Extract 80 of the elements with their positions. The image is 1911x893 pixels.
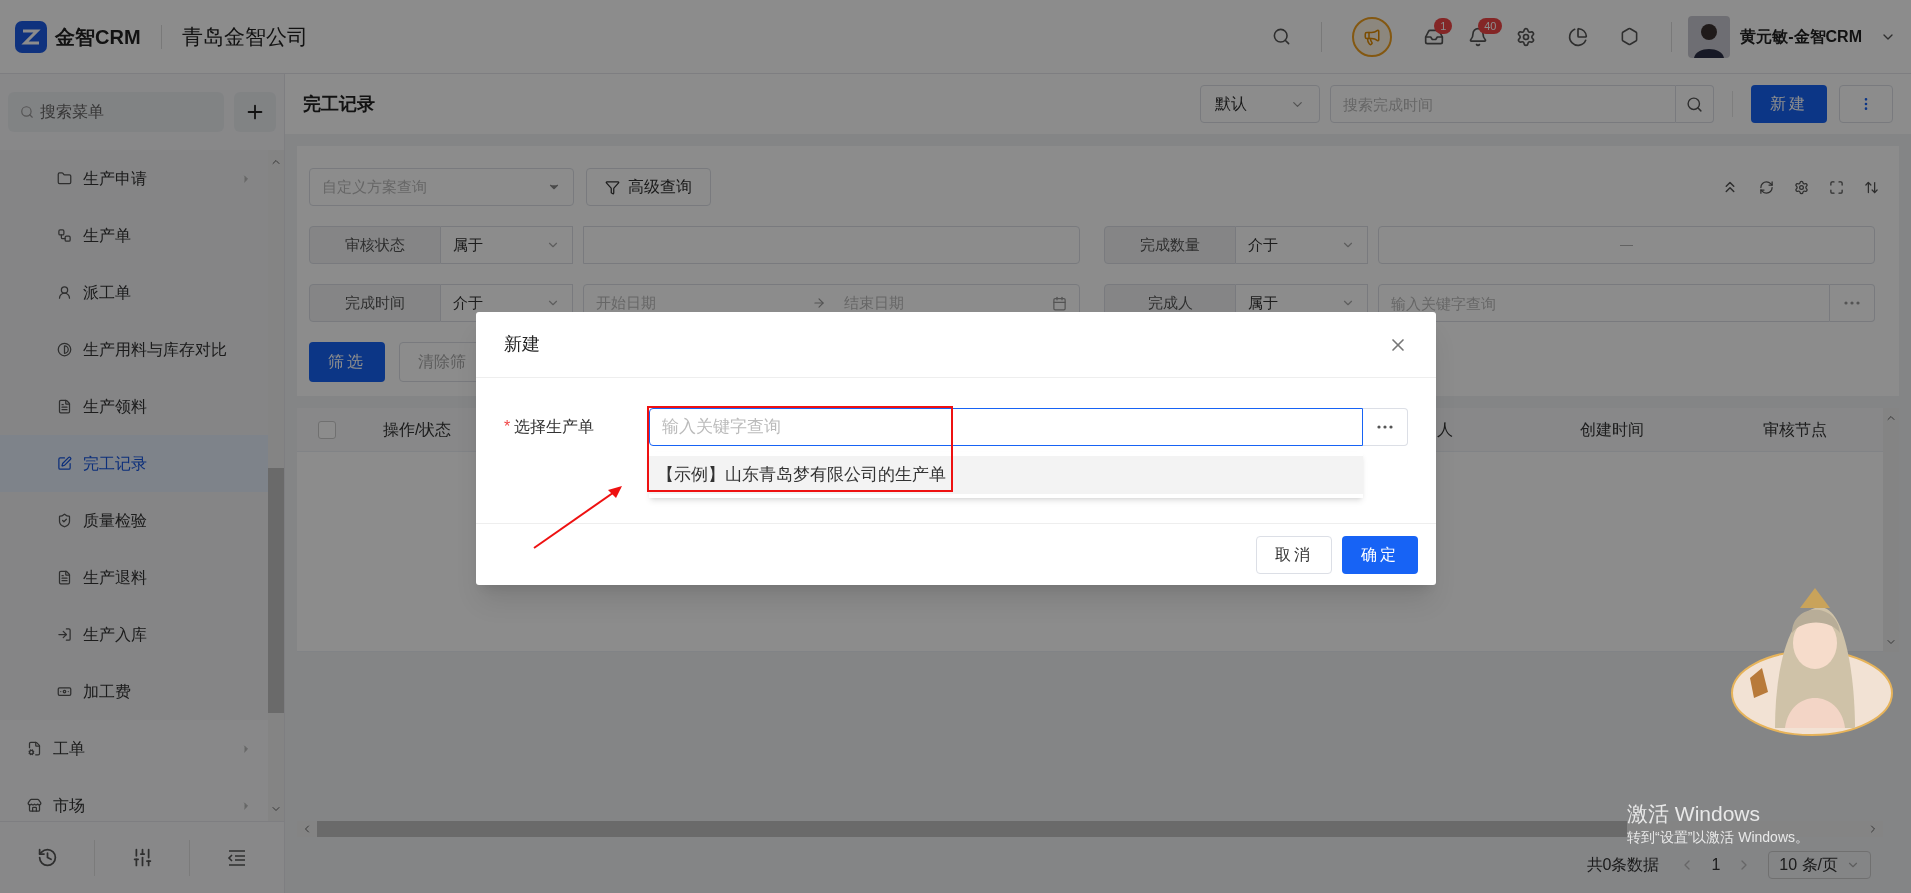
sidebar-item[interactable]: 生产退料 [0,549,268,606]
required-mark: * [504,417,511,437]
row-height-icon[interactable] [1864,179,1879,195]
page-title: 完工记录 [303,92,375,116]
sidebar-item[interactable]: 完工记录 [0,435,268,492]
collapse-menu-icon[interactable] [227,848,247,867]
megaphone-icon [1363,27,1382,46]
history-icon[interactable] [36,847,58,868]
folder-icon [57,171,72,186]
edit-icon [57,456,72,471]
sidebar-item[interactable]: 生产单 [0,207,268,264]
settings-icon[interactable] [1794,179,1809,195]
confirm-button[interactable]: 确定 [1342,535,1418,574]
activation-hint: 转到“设置”以激活 Windows。 [1627,828,1809,847]
sidebar-item[interactable]: 工单 [0,720,268,777]
filter-label: 完成数量 [1104,226,1236,264]
fullscreen-icon[interactable] [1829,179,1844,195]
announcement-button[interactable] [1352,16,1393,57]
sidebar-item[interactable]: 生产入库 [0,606,268,663]
select-all-checkbox[interactable] [318,420,336,439]
filter-button[interactable]: 筛选 [309,342,385,382]
sidebar-item[interactable]: 生产领料 [0,378,268,435]
sliders-icon[interactable] [131,847,153,868]
shield-icon [57,513,72,528]
count-badge: 40 [1478,17,1503,34]
scrollbar[interactable] [268,150,284,821]
add-button[interactable] [234,92,276,132]
company-name: 青岛金智公司 [181,23,308,50]
field-label: 选择生产单 [514,417,595,437]
column-header: 创建时间 [1580,420,1644,438]
pie-chart-icon[interactable] [1568,26,1589,47]
new-button[interactable]: 新建 [1751,85,1827,123]
search-button[interactable] [1676,85,1714,123]
flow-icon [57,228,72,243]
ellipsis-icon [1844,301,1860,305]
dropdown-option[interactable]: 【示例】山东青岛梦有限公司的生产单 [649,456,1363,494]
calendar-icon [1052,295,1067,311]
banknote-icon [57,684,72,699]
search-icon [1686,95,1703,113]
view-select[interactable]: 默认 [1200,85,1320,123]
operator-select[interactable]: 属于 [441,226,573,264]
sidebar-item[interactable]: 生产申请 [0,150,268,207]
total-count: 共0条数据 [1586,855,1660,875]
search-icon[interactable] [1272,27,1292,46]
user-name[interactable]: 黄元敏-金智CRM [1740,24,1862,49]
sidebar-item[interactable]: 生产用料与库存对比 [0,321,268,378]
menu-search-field[interactable]: 搜索菜单 [8,92,224,132]
page-number[interactable]: 1 [1711,853,1721,877]
operator-select[interactable]: 介于 [1236,226,1368,264]
refresh-icon[interactable] [1759,179,1774,195]
search-icon [20,105,34,119]
half-circle-icon [57,342,72,357]
column-header: 操作/状态 [383,420,452,438]
store-icon [27,798,42,813]
filter-icon [605,179,620,195]
arrow-right-icon [812,296,826,310]
avatar [1688,15,1731,58]
cancel-button[interactable]: 取消 [1256,535,1332,574]
sidebar-item[interactable]: 派工单 [0,264,268,321]
column-header: 人 [1437,420,1453,438]
settings-icon[interactable] [1516,26,1537,47]
activation-title: 激活 Windows [1627,801,1762,827]
logo-icon [15,20,47,53]
sidebar-item[interactable]: 市场 [0,777,268,821]
advanced-query-button[interactable]: 高级查询 [586,168,711,206]
enter-icon [57,627,72,642]
count-badge: 1 [1434,17,1453,34]
person-icon [57,285,72,300]
file-gear-icon [27,741,42,756]
document-icon [57,399,72,414]
sidebar-item[interactable]: 质量检验 [0,492,268,549]
filter-label: 审核状态 [309,226,441,264]
logo-text: 金智CRM [55,24,141,50]
document-icon [57,570,72,585]
ellipsis-icon [1377,425,1393,429]
hexagon-icon[interactable] [1620,27,1640,46]
page-size-select[interactable]: 10 条/页 [1768,851,1871,879]
column-header: 审核节点 [1763,420,1827,438]
sidebar-item[interactable]: 加工费 [0,663,268,720]
filter-label: 完成时间 [309,284,441,322]
